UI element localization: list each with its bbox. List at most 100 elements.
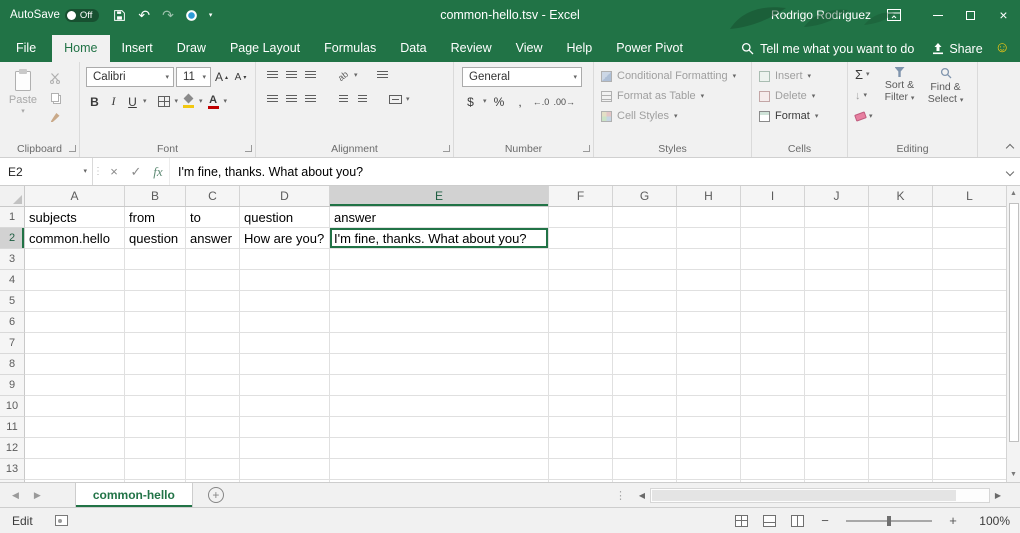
cut-button[interactable]: [46, 70, 64, 85]
cell-I13[interactable]: [741, 459, 805, 480]
cell-E10[interactable]: [330, 396, 549, 417]
ribbon-tab-file[interactable]: File: [0, 35, 52, 62]
clipboard-dialog-launcher-icon[interactable]: [69, 145, 76, 152]
cell-B5[interactable]: [125, 291, 186, 312]
cell-E9[interactable]: [330, 375, 549, 396]
user-name[interactable]: Rodrigo Rodriguez: [771, 8, 871, 22]
merge-center-button[interactable]: [387, 91, 404, 108]
cell-K3[interactable]: [869, 249, 933, 270]
ribbon-tab-help[interactable]: Help: [555, 35, 605, 62]
clear-button[interactable]: ▾: [853, 108, 875, 125]
cell-J13[interactable]: [805, 459, 869, 480]
borders-dropdown-icon[interactable]: ▾: [175, 98, 179, 105]
cell-K9[interactable]: [869, 375, 933, 396]
ribbon-tab-page-layout[interactable]: Page Layout: [218, 35, 312, 62]
cell-B1[interactable]: from: [125, 207, 186, 228]
italic-button[interactable]: I: [105, 93, 122, 110]
delete-cells-button[interactable]: Delete▾: [759, 88, 843, 104]
ribbon-tab-home[interactable]: Home: [52, 35, 109, 62]
cell-E4[interactable]: [330, 270, 549, 291]
macro-record-icon[interactable]: [55, 515, 68, 526]
font-family-select[interactable]: Calibri▾: [86, 67, 174, 87]
cell-A8[interactable]: [25, 354, 125, 375]
cell-B13[interactable]: [125, 459, 186, 480]
autosum-button[interactable]: Σ▾: [853, 66, 875, 83]
cell-B11[interactable]: [125, 417, 186, 438]
cell-C6[interactable]: [186, 312, 240, 333]
ribbon-tab-data[interactable]: Data: [388, 35, 438, 62]
font-color-button[interactable]: A: [205, 93, 222, 110]
cell-L3[interactable]: [933, 249, 1006, 270]
cell-K12[interactable]: [869, 438, 933, 459]
cell-E3[interactable]: [330, 249, 549, 270]
cell-D13[interactable]: [240, 459, 330, 480]
number-format-select[interactable]: General▾: [462, 67, 582, 87]
cell-C9[interactable]: [186, 375, 240, 396]
comma-style-button[interactable]: ,: [512, 93, 529, 110]
cell-F6[interactable]: [549, 312, 613, 333]
fill-color-dropdown-icon[interactable]: ▾: [199, 98, 203, 105]
column-header-F[interactable]: F: [549, 186, 613, 206]
vertical-scroll-track[interactable]: [1007, 201, 1020, 467]
ribbon-display-options-icon[interactable]: [887, 9, 901, 21]
cell-B12[interactable]: [125, 438, 186, 459]
cell-G13[interactable]: [613, 459, 677, 480]
row-header-9[interactable]: 9: [0, 375, 25, 396]
cell-A1[interactable]: subjects: [25, 207, 125, 228]
cell-H1[interactable]: [677, 207, 741, 228]
cell-D4[interactable]: [240, 270, 330, 291]
cell-B6[interactable]: [125, 312, 186, 333]
cell-I3[interactable]: [741, 249, 805, 270]
cell-I4[interactable]: [741, 270, 805, 291]
draw-pen-icon[interactable]: [186, 10, 197, 21]
cell-A13[interactable]: [25, 459, 125, 480]
cell-J11[interactable]: [805, 417, 869, 438]
vertical-scroll-thumb[interactable]: [1009, 203, 1019, 442]
cell-F2[interactable]: [549, 228, 613, 249]
bold-button[interactable]: B: [86, 93, 103, 110]
cell-J4[interactable]: [805, 270, 869, 291]
align-center-button[interactable]: [283, 91, 300, 108]
cell-C7[interactable]: [186, 333, 240, 354]
cell-I5[interactable]: [741, 291, 805, 312]
row-header-3[interactable]: 3: [0, 249, 25, 270]
expand-formula-bar-button[interactable]: [1000, 158, 1020, 185]
cell-C10[interactable]: [186, 396, 240, 417]
cell-D11[interactable]: [240, 417, 330, 438]
increase-indent-button[interactable]: [354, 91, 371, 108]
customize-qat-chevron-icon[interactable]: ▾: [209, 12, 213, 19]
cell-D10[interactable]: [240, 396, 330, 417]
increase-decimal-button[interactable]: ←.0: [533, 93, 550, 110]
cell-L8[interactable]: [933, 354, 1006, 375]
cell-A12[interactable]: [25, 438, 125, 459]
cell-F9[interactable]: [549, 375, 613, 396]
cell-C3[interactable]: [186, 249, 240, 270]
row-header-1[interactable]: 1: [0, 207, 25, 228]
cell-I8[interactable]: [741, 354, 805, 375]
conditional-formatting-button[interactable]: Conditional Formatting▾: [601, 68, 747, 84]
scroll-down-icon[interactable]: ▼: [1007, 467, 1020, 482]
cell-H11[interactable]: [677, 417, 741, 438]
find-select-button[interactable]: Find & Select ▾: [925, 66, 967, 125]
cell-J10[interactable]: [805, 396, 869, 417]
cell-J9[interactable]: [805, 375, 869, 396]
fill-color-button[interactable]: [180, 93, 197, 110]
cell-D12[interactable]: [240, 438, 330, 459]
scroll-up-icon[interactable]: ▲: [1007, 186, 1020, 201]
align-left-button[interactable]: [264, 91, 281, 108]
horizontal-scrollbar[interactable]: ◀ ▶: [634, 487, 1006, 504]
format-painter-button[interactable]: [46, 110, 64, 125]
merge-dropdown-icon[interactable]: ▾: [406, 96, 410, 103]
column-header-J[interactable]: J: [805, 186, 869, 206]
cell-H12[interactable]: [677, 438, 741, 459]
row-header-7[interactable]: 7: [0, 333, 25, 354]
alignment-dialog-launcher-icon[interactable]: [443, 145, 450, 152]
vertical-scrollbar[interactable]: ▲ ▼: [1006, 186, 1020, 482]
cell-J12[interactable]: [805, 438, 869, 459]
cell-F13[interactable]: [549, 459, 613, 480]
row-header-4[interactable]: 4: [0, 270, 25, 291]
cell-E2[interactable]: I'm fine, thanks. What about you?: [330, 228, 549, 249]
cell-C4[interactable]: [186, 270, 240, 291]
column-header-K[interactable]: K: [869, 186, 933, 206]
cell-A10[interactable]: [25, 396, 125, 417]
